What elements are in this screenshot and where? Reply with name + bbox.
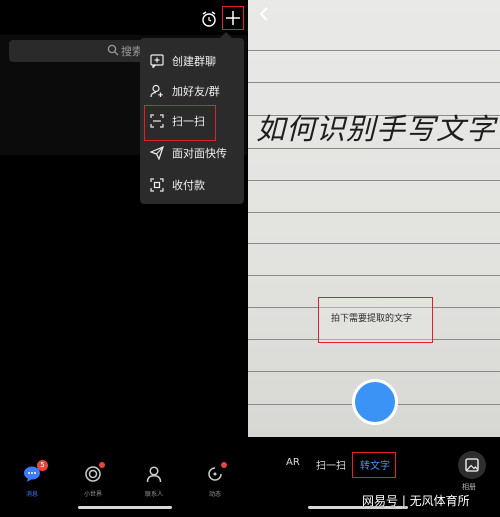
capture-hint: 拍下需要提取的文字 <box>318 297 433 343</box>
notebook-line <box>248 275 500 276</box>
send-icon <box>150 146 164 160</box>
mode-highlight-frame <box>352 452 396 478</box>
menu-item-label: 收付款 <box>172 179 205 192</box>
add-friend-icon <box>150 84 163 98</box>
unread-badge: 5 <box>37 460 48 471</box>
payment-icon <box>150 178 164 192</box>
nav-label: 动态 <box>208 491 221 498</box>
notebook-line <box>248 50 500 51</box>
menu-item-label: 创建群聊 <box>172 55 216 68</box>
handwritten-text: 如何识别手写文字 <box>256 112 497 146</box>
notebook-line <box>248 212 500 213</box>
alarm-clock-icon[interactable] <box>200 10 218 28</box>
notebook-line <box>248 243 500 244</box>
world-icon <box>85 466 101 482</box>
notification-dot <box>221 462 227 468</box>
left-phone-screen: 搜索 创建群聊 加好友/群 扫一扫 面对面快传 收付款 5 消息 小世界 联系人… <box>0 0 247 517</box>
nav-label: 小世界 <box>83 491 102 498</box>
group-chat-icon <box>150 54 164 68</box>
scan-highlight-frame <box>144 105 216 141</box>
nav-label: 消息 <box>25 491 38 498</box>
capture-hint-text: 拍下需要提取的文字 <box>331 314 413 324</box>
notebook-line <box>248 371 500 372</box>
plus-icon <box>226 11 240 25</box>
notebook-line <box>248 148 500 149</box>
menu-item-add-friend[interactable]: 加好友/群 <box>140 76 244 106</box>
album-button[interactable] <box>458 451 486 479</box>
activity-icon <box>208 467 222 481</box>
nav-item-contacts[interactable]: 联系人 <box>134 465 174 505</box>
watermark: 网易号 | 无风体育所 <box>362 494 470 508</box>
shutter-button[interactable] <box>352 379 398 425</box>
add-button[interactable] <box>222 6 244 30</box>
right-phone-screen: 如何识别手写文字 拍下需要提取的文字 AR 扫一扫 转文字 相册 <box>248 0 500 517</box>
photo-album-icon <box>465 458 479 472</box>
nav-item-messages[interactable]: 5 消息 <box>12 460 52 505</box>
nav-item-world[interactable]: 小世界 <box>73 462 113 505</box>
menu-item-create-group[interactable]: 创建群聊 <box>140 46 244 76</box>
mode-scan[interactable]: 扫一扫 <box>316 457 346 472</box>
album-label: 相册 <box>462 483 476 491</box>
nav-label: 联系人 <box>144 491 163 498</box>
contacts-icon <box>146 466 162 483</box>
menu-item-payment[interactable]: 收付款 <box>140 170 244 200</box>
camera-viewfinder: 如何识别手写文字 <box>248 0 500 437</box>
home-indicator <box>78 506 172 509</box>
notebook-line <box>248 180 500 181</box>
search-icon <box>107 44 119 56</box>
mode-ar[interactable]: AR <box>286 457 300 468</box>
back-arrow-icon[interactable] <box>258 6 270 22</box>
menu-item-label: 加好友/群 <box>172 85 220 98</box>
menu-item-face-to-face[interactable]: 面对面快传 <box>140 138 244 168</box>
menu-item-label: 面对面快传 <box>172 147 227 160</box>
notebook-line <box>248 82 500 83</box>
notification-dot <box>99 462 105 468</box>
nav-item-activity[interactable]: 动态 <box>195 462 235 505</box>
